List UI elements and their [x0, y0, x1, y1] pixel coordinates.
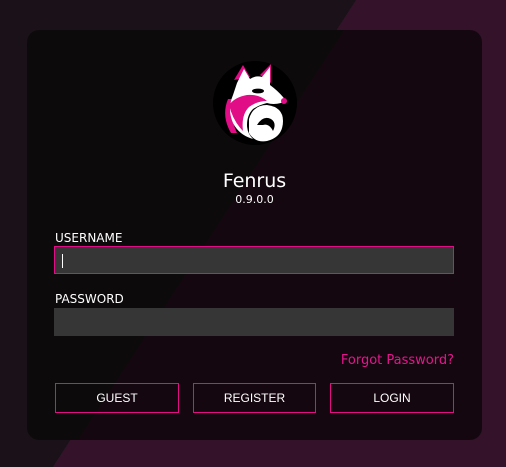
guest-button[interactable]: GUEST — [55, 383, 179, 413]
fox-logo-svg — [213, 61, 297, 145]
login-card: Fenrus 0.9.0.0 USERNAME PASSWORD Forgot … — [27, 30, 482, 440]
app-version: 0.9.0.0 — [235, 193, 274, 206]
password-input[interactable] — [54, 308, 454, 336]
text-caret — [62, 254, 63, 268]
fenrus-fox-logo-icon — [213, 61, 297, 145]
username-label: USERNAME — [55, 231, 123, 245]
username-input[interactable] — [54, 246, 454, 274]
register-button[interactable]: REGISTER — [193, 383, 316, 413]
forgot-password-link[interactable]: Forgot Password? — [341, 352, 454, 369]
password-label: PASSWORD — [55, 292, 124, 306]
app-name: Fenrus — [222, 170, 287, 192]
login-button[interactable]: LOGIN — [330, 383, 454, 413]
